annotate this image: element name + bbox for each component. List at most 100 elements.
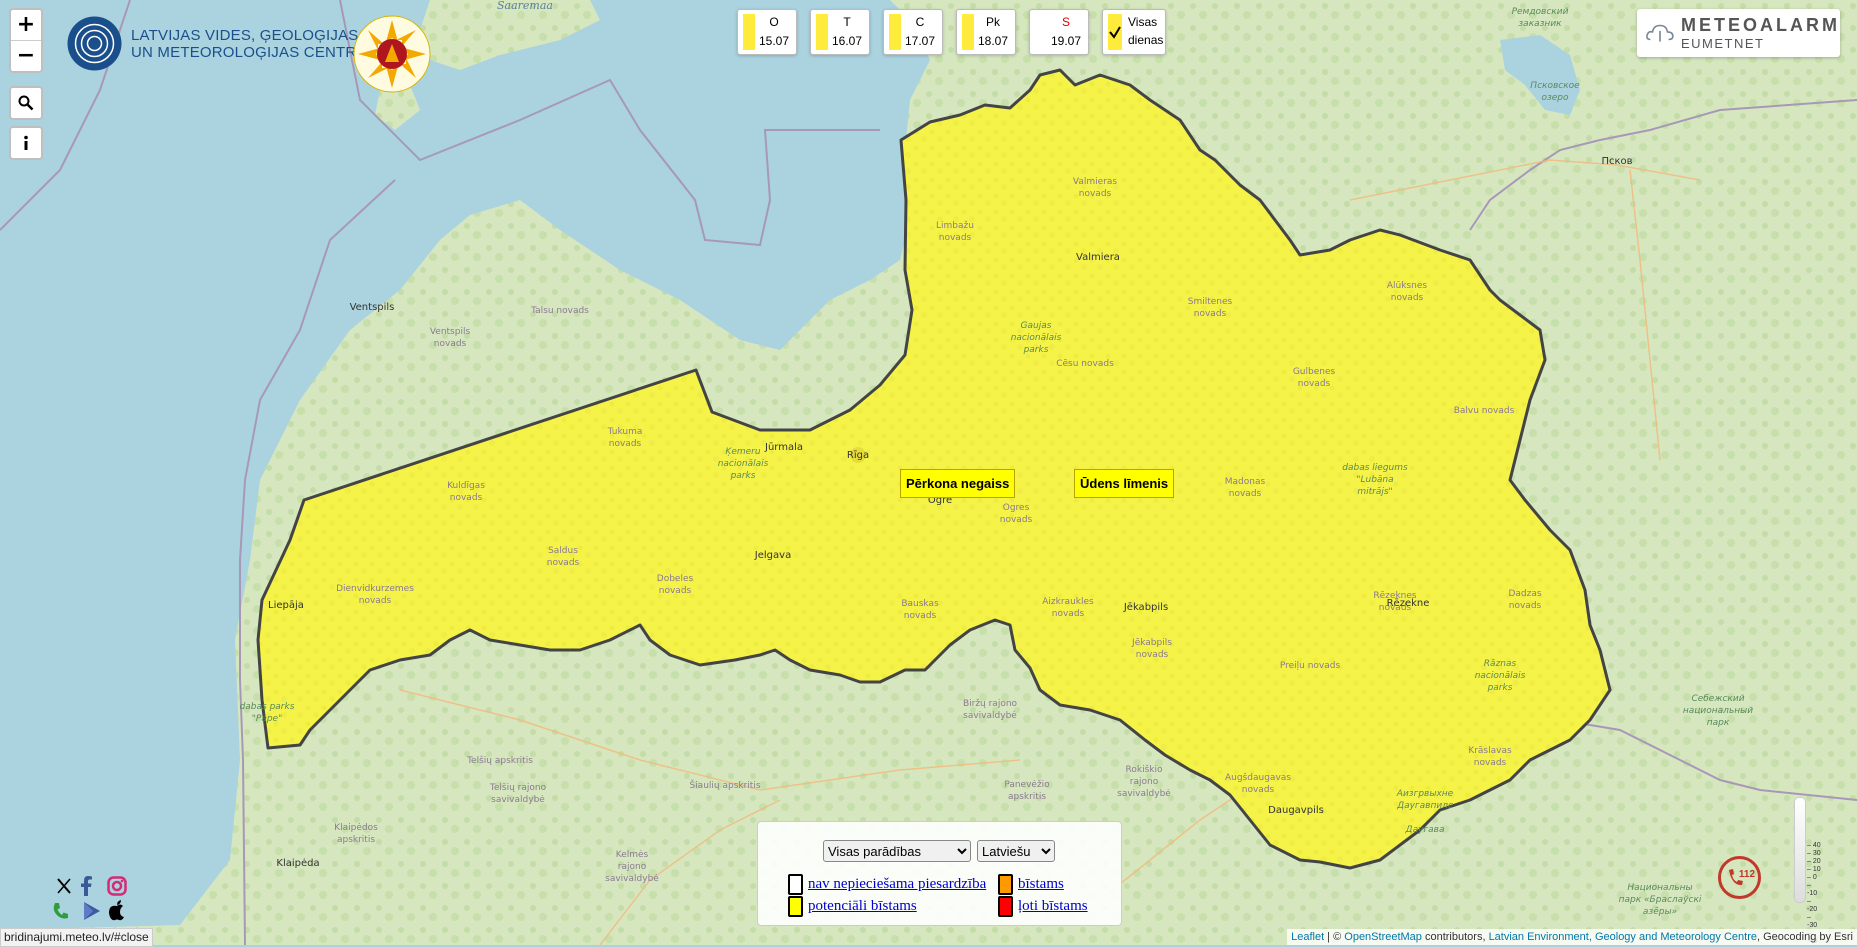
day-selector: O 15.07 T 16.07 C 17.07 Pk 18.07 S 19.07… (737, 9, 1166, 55)
legend-link[interactable]: nav nepieciešama piesardzība (808, 876, 986, 893)
region-label: novads (1474, 758, 1507, 768)
emergency-112-icon[interactable]: 112 (1717, 855, 1762, 900)
phone-app-icon[interactable] (51, 901, 69, 921)
park-label: национальный (1683, 706, 1753, 716)
day-tab-sat[interactable]: S 19.07 (1029, 9, 1089, 55)
region-label: novads (1194, 309, 1227, 319)
legend-item-dangerous[interactable]: bīstams (998, 874, 1064, 895)
legend-link[interactable]: potenciāli bīstams (808, 898, 917, 915)
region-label: rajono (618, 862, 647, 872)
temperature-tick: – 20 (1807, 858, 1821, 865)
meteoalarm-subtitle: EUMETNET (1681, 36, 1765, 51)
region-label: novads (1509, 601, 1542, 611)
place-label: Rīga (847, 450, 869, 461)
leaflet-link[interactable]: Leaflet (1291, 931, 1324, 943)
legend-swatch (788, 896, 803, 917)
day-tab-tue[interactable]: T 16.07 (810, 9, 870, 55)
google-play-icon[interactable] (82, 901, 102, 921)
region-label: novads (547, 558, 580, 568)
info-button[interactable] (9, 126, 43, 160)
park-label: Национальны (1627, 883, 1692, 893)
region-label: Klaipėdos (334, 823, 378, 833)
park-label: dabas liegums (1342, 463, 1408, 473)
info-icon (24, 135, 28, 150)
instagram-icon[interactable] (107, 876, 127, 896)
legend-item-none[interactable]: nav nepieciešama piesardzība (788, 874, 986, 895)
warning-label-thunderstorm[interactable]: Pērkona negaiss (900, 469, 1016, 498)
day-tab-wed[interactable]: C 17.07 (883, 9, 943, 55)
meteoalarm-logo[interactable]: METEOALARM EUMETNET (1637, 9, 1840, 57)
all-days-label-1: Visas (1128, 15, 1158, 29)
region-label: Rokiškio (1126, 764, 1163, 775)
region-label: Telšių apskritis (466, 755, 533, 766)
facebook-icon[interactable] (80, 876, 92, 896)
place-label: Rēzekne (1387, 598, 1430, 609)
region-label: Limbažu (936, 221, 974, 231)
park-label: Даугава (1405, 825, 1445, 835)
search-button[interactable] (9, 86, 43, 120)
region-label: novads (1391, 293, 1424, 303)
region-label: Saldus (548, 546, 578, 556)
day-tab-fri[interactable]: Pk 18.07 (956, 9, 1016, 55)
park-label: nacionālais (718, 459, 769, 469)
park-label: парк (1707, 718, 1730, 728)
park-label: Rāznas (1484, 659, 1517, 669)
region-label: novads (939, 233, 972, 243)
zoom-out-button[interactable]: − (11, 40, 41, 71)
zoom-in-button[interactable]: + (11, 10, 41, 40)
place-label: Jūrmala (764, 442, 803, 453)
region-label: Šiaulių apskritis (689, 779, 760, 791)
region-label: savivaldybė (1117, 789, 1171, 799)
region-label: Smiltenes (1188, 297, 1233, 307)
language-select[interactable]: Latviešu (977, 840, 1055, 862)
place-label: Jelgava (754, 550, 791, 561)
attribution-geocoding: , Geocoding by Esri (1757, 931, 1853, 943)
x-twitter-icon[interactable] (56, 877, 72, 895)
all-days-toggle[interactable]: Visas dienas (1102, 9, 1166, 55)
region-label: Gulbenes (1293, 367, 1336, 377)
legend-item-potential[interactable]: potenciāli bīstams (788, 896, 917, 917)
status-url: bridinajumi.meteo.lv/#close (0, 928, 153, 947)
apple-icon[interactable] (108, 900, 126, 921)
search-icon (18, 95, 34, 111)
region-label: Cēsu novads (1056, 359, 1114, 369)
region-label: Augšdaugavas (1225, 772, 1291, 783)
legend-link[interactable]: bīstams (1018, 876, 1064, 893)
island-label: Saaremaa (497, 0, 553, 12)
vugd-emblem-icon[interactable] (352, 14, 432, 94)
lvgmc-logo[interactable]: LATVIJAS VIDES, ĢEOLOĢIJAS UN METEOROLOĢ… (67, 16, 367, 71)
day-name: S (1061, 15, 1070, 29)
lvgmc-logo-icon (67, 16, 122, 71)
legend-link[interactable]: ļoti bīstams (1018, 898, 1088, 915)
region-label: novads (1136, 650, 1169, 660)
park-label: Ķemeru (725, 447, 760, 457)
place-label: Псков (1601, 156, 1632, 167)
region-label: Dobeles (657, 574, 694, 584)
region-label: novads (434, 339, 467, 349)
lvgmc-link[interactable]: Latvian Environment, Geology and Meteoro… (1489, 931, 1757, 943)
legend-swatch (998, 874, 1013, 895)
park-label: Псковское (1530, 81, 1580, 91)
region-label: novads (359, 596, 392, 606)
thermometer-bar (1794, 797, 1806, 903)
meteoalarm-cloud-icon (1646, 24, 1674, 42)
day-tab-mon[interactable]: O 15.07 (737, 9, 797, 55)
region-label: Ventspils (430, 327, 471, 337)
region-label: novads (1079, 189, 1112, 199)
park-label: озеро (1541, 93, 1569, 103)
temperature-tick: – -20 (1807, 898, 1818, 913)
day-date: 18.07 (977, 34, 1009, 48)
region-label: novads (450, 493, 483, 503)
region-label: Krāslavas (1468, 746, 1512, 756)
region-label: Dadzas (1508, 589, 1541, 599)
emergency-number: 112 (1739, 869, 1756, 880)
legend-item-very-dangerous[interactable]: ļoti bīstams (998, 896, 1088, 917)
region-label: novads (1000, 515, 1033, 525)
warning-label-water-level[interactable]: Ūdens līmenis (1074, 469, 1175, 498)
day-date: 16.07 (831, 34, 863, 48)
phenomenon-select[interactable]: Visas parādības (823, 840, 971, 862)
osm-link[interactable]: OpenStreetMap (1344, 931, 1422, 943)
park-label: Себежский (1691, 694, 1744, 704)
park-label: заказник (1518, 19, 1562, 29)
park-label: Аизгрвыхне (1396, 789, 1454, 799)
